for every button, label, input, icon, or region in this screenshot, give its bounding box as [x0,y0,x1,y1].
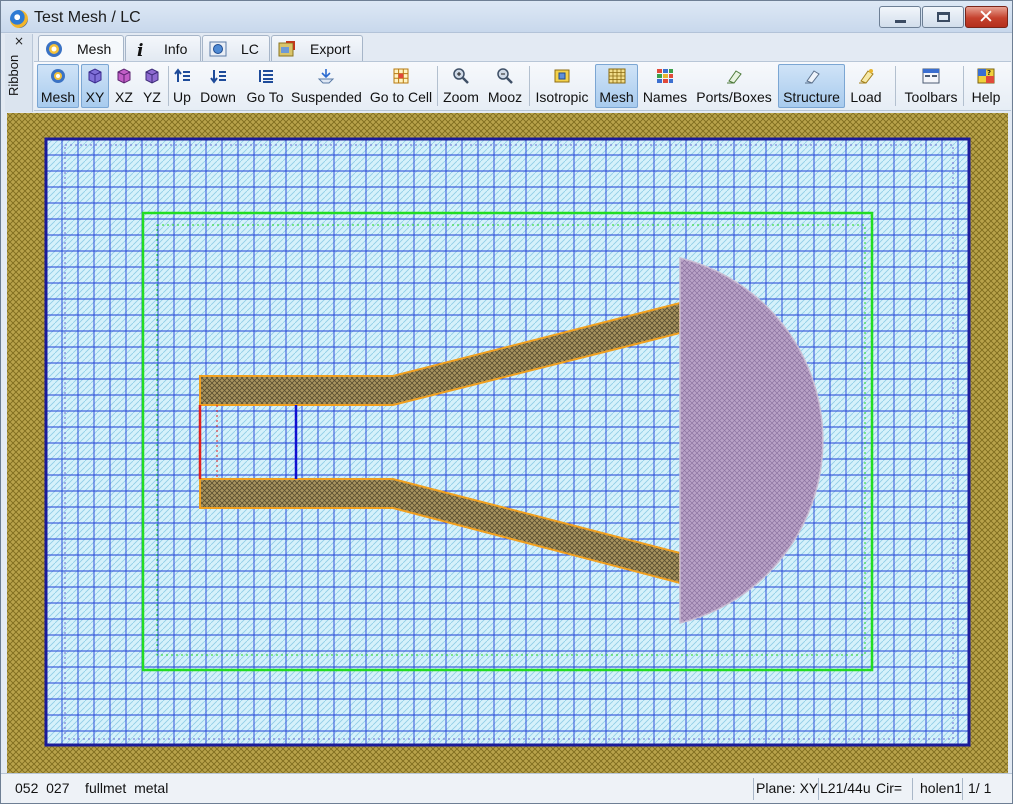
grid-background [46,139,969,745]
status-layer: L21/44u [820,780,871,796]
down-button[interactable]: Down [197,64,239,108]
suspended-icon [317,69,335,84]
up-button[interactable]: Up [169,64,195,108]
mesh-toggle-button[interactable]: Mesh [595,64,638,108]
ribbon-toggle-label[interactable]: Ribbon [6,50,21,96]
mesh-view-label: Mesh [40,89,76,105]
goto-cell-label: Go to Cell [369,89,433,105]
status-page: 1/ 1 [968,780,992,796]
help-label: Help [971,89,1001,105]
minimize-button[interactable] [879,6,921,28]
structure-icon [804,70,820,84]
status-cir: Cir= [876,780,903,796]
lc-icon [209,41,227,57]
minimize-icon [895,20,906,23]
close-icon: ✕ [978,6,994,28]
window-title: Test Mesh / LC [34,9,141,26]
cube-xz-icon [117,68,131,84]
yz-plane-button[interactable]: YZ [138,64,166,108]
svg-text:i: i [137,41,143,58]
names-label: Names [642,89,688,105]
status-bar: 052 027 fullmet metal Plane: XY L21/44u … [1,773,1012,803]
mesh-view-button[interactable]: Mesh [37,64,79,108]
toolbars-icon [922,68,940,84]
mesh-toggle-label: Mesh [599,89,634,105]
status-object-name: holen1 [920,780,963,796]
layer-up-icon [174,68,190,82]
load-icon [859,69,874,84]
tab-lc-label: LC [241,41,259,57]
cube-yz-icon [145,68,159,84]
ribbon-side-panel: × Ribbon [5,34,33,112]
ribbon-tabs: Mesh i Info LC Export [37,35,1012,62]
info-icon: i [137,41,143,58]
status-plane: Plane: XY [756,780,819,796]
goto-layer-button[interactable]: Go To [242,64,288,108]
xy-plane-button[interactable]: XY [81,64,109,108]
tab-mesh-label: Mesh [77,41,112,57]
maximize-icon [937,12,950,22]
ports-boxes-label: Ports/Boxes [696,89,772,105]
svg-text:?: ? [987,69,991,77]
isotropic-icon [554,69,570,83]
mesh-tab-icon [46,41,62,57]
xz-label: XZ [115,89,133,105]
tab-lc[interactable]: LC [202,35,270,61]
mooz-label: Mooz [487,89,523,105]
up-label: Up [173,89,191,105]
help-button[interactable]: ? Help [967,64,1005,108]
xz-plane-button[interactable]: XZ [110,64,138,108]
tab-export-label: Export [310,41,351,57]
zoom-out-button[interactable]: Mooz [486,64,524,108]
status-right-panel: Plane: XY L21/44u Cir= holen1 1/ 1 [753,778,1005,800]
help-icon: ? [977,68,995,84]
mesh-drawing[interactable] [7,113,1008,773]
structure-label: Structure [783,89,840,105]
close-button[interactable]: ✕ [965,6,1008,28]
suspended-label: Suspended [291,89,362,105]
suspended-button[interactable]: Suspended [290,64,362,108]
app-logo-icon [10,10,28,28]
cell-grid-icon [393,68,409,84]
yz-label: YZ [143,89,161,105]
tab-info-label: Info [164,41,188,57]
toolbars-label: Toolbars [904,89,958,105]
ports-eraser-icon [727,70,742,84]
zoom-in-button[interactable]: Zoom [440,64,482,108]
ribbon-toolbar: Mesh XY XZ YZ Up Down Go To Suspended Go… [34,61,1011,111]
load-label: Load [850,89,882,105]
ribbon-close-button[interactable]: × [14,34,24,48]
mesh-canvas[interactable] [7,113,1008,773]
tab-info[interactable]: i Info [125,35,201,61]
down-label: Down [200,89,236,105]
maximize-button[interactable] [922,6,964,28]
mesh-grid-icon [608,68,625,84]
status-cell-info: 052 027 fullmet metal [15,780,169,796]
app-window: Test Mesh / LC ✕ × Ribbon Mesh i Info LC… [0,0,1013,804]
zoom-out-icon [497,68,513,84]
load-button[interactable]: Load [848,64,884,108]
mesh-view-icon [51,69,65,83]
tab-mesh[interactable]: Mesh [38,35,124,62]
names-button[interactable]: Names [641,64,689,108]
ports-boxes-button[interactable]: Ports/Boxes [694,64,774,108]
zoom-in-icon [453,68,469,84]
names-icon [657,69,673,83]
title-bar[interactable]: Test Mesh / LC ✕ [1,1,1012,33]
cube-xy-icon [88,68,102,84]
layer-down-icon [210,70,226,84]
toolbars-button[interactable]: Toolbars [901,64,961,108]
goto-layer-icon [259,70,273,83]
export-icon [278,41,295,57]
xy-label: XY [85,89,105,105]
tab-export[interactable]: Export [271,35,363,61]
goto-label: Go To [246,89,284,105]
isotropic-button[interactable]: Isotropic [532,64,592,108]
zoom-label: Zoom [443,89,479,105]
isotropic-label: Isotropic [535,89,589,105]
goto-cell-button[interactable]: Go to Cell [368,64,434,108]
structure-button[interactable]: Structure [778,64,845,108]
